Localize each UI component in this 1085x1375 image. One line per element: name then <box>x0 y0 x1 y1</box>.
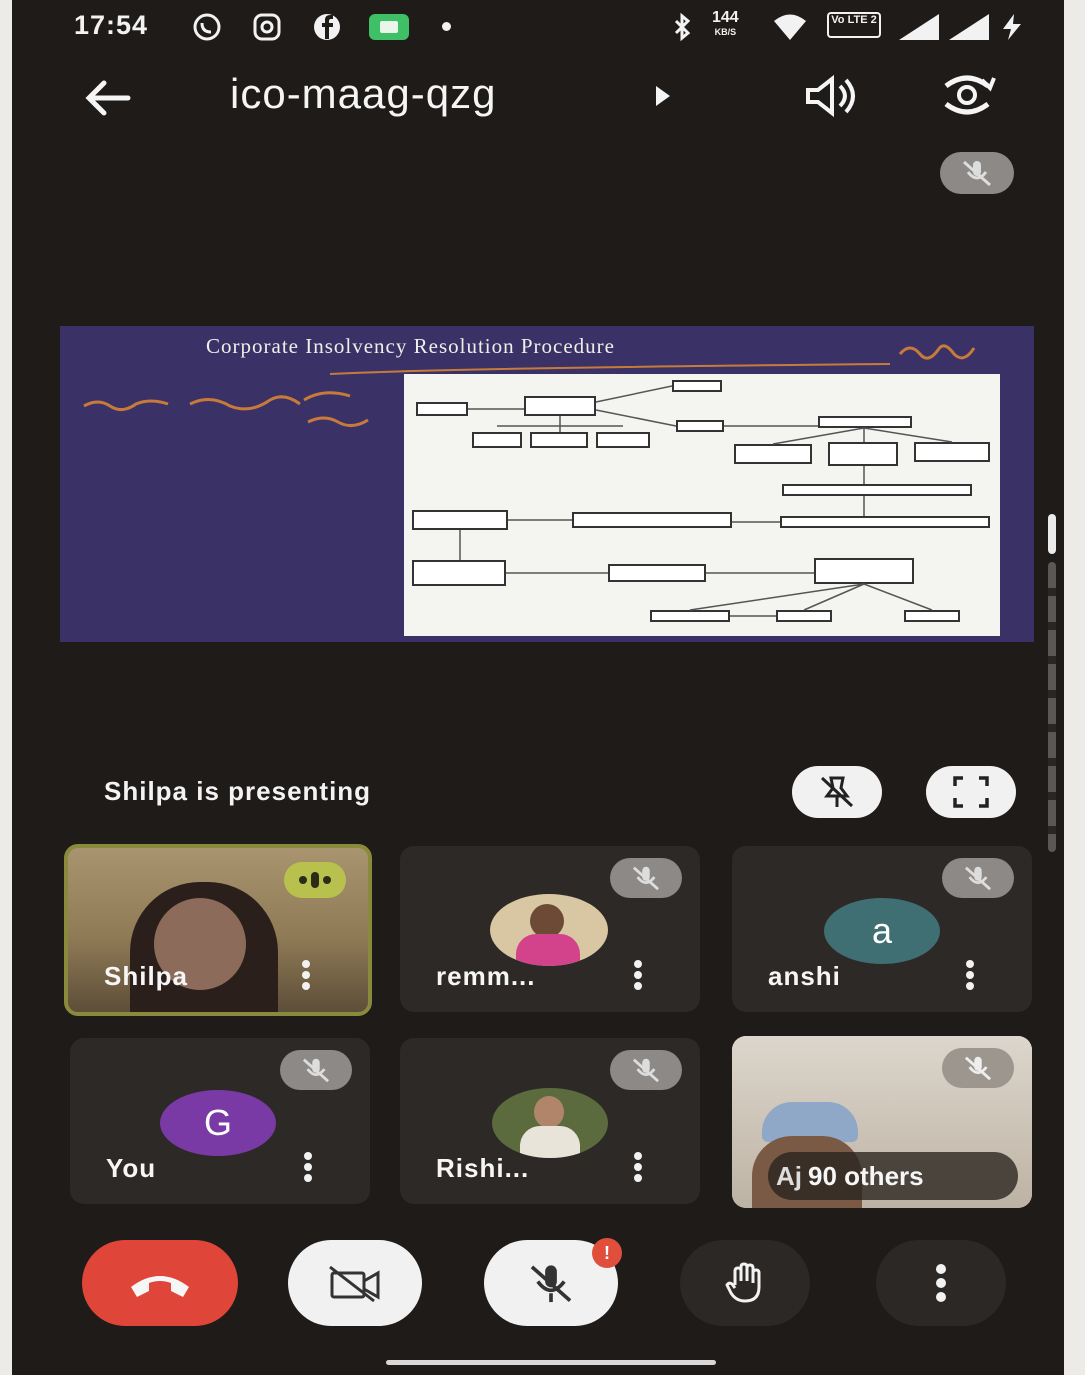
mic-off-icon <box>963 160 991 187</box>
network-speed-unit: KB/S <box>714 27 737 37</box>
more-options-icon[interactable] <box>304 1152 312 1182</box>
avatar: a <box>824 898 940 964</box>
whatsapp-icon <box>193 13 221 41</box>
participant-tile-you[interactable]: G You <box>70 1038 370 1204</box>
more-options-icon[interactable] <box>634 960 642 990</box>
participant-name: Shilpa <box>104 961 189 991</box>
back-arrow-icon[interactable] <box>82 78 132 118</box>
participant-name: remm... <box>436 961 536 991</box>
presenting-label: Shilpa is presenting <box>104 776 372 806</box>
participant-tile-rishi[interactable]: Rishi... <box>400 1038 700 1204</box>
network-speed-value: 144 <box>712 9 739 26</box>
facebook-icon <box>314 14 340 40</box>
camera-off-icon <box>329 1265 380 1303</box>
caret-right-icon[interactable] <box>652 84 674 108</box>
meet-app-icon <box>369 14 409 40</box>
mic-off-badge <box>610 1050 682 1090</box>
mic-off-icon <box>964 1056 992 1081</box>
hang-up-icon <box>131 1276 189 1297</box>
shared-screen-slide[interactable]: Corporate Insolvency Resolution Procedur… <box>60 326 1034 642</box>
flow-connectors <box>459 385 953 617</box>
wifi-icon <box>774 14 806 40</box>
speaking-indicator <box>284 862 346 898</box>
presenter-mic-off-badge <box>940 152 1014 194</box>
participant-tile-anshi[interactable]: a anshi <box>732 846 1032 1012</box>
home-gesture-bar[interactable] <box>386 1360 716 1365</box>
mic-off-badge <box>280 1050 352 1090</box>
status-time: 17:54 <box>74 10 149 40</box>
mic-off-badge <box>942 858 1014 898</box>
mute-presentation-button[interactable] <box>792 766 882 818</box>
volte-label: Vo LTE 2 <box>831 14 877 26</box>
scrollbar-track <box>1048 562 1056 852</box>
participant-name: anshi <box>768 961 841 991</box>
network-speed: 144 KB/S <box>712 10 739 39</box>
others-label: 90 others <box>808 1160 924 1191</box>
mic-off-icon <box>964 866 992 891</box>
participant-name: Aj <box>776 1160 802 1191</box>
end-call-button[interactable] <box>82 1240 238 1326</box>
camera-toggle-button[interactable] <box>288 1240 422 1326</box>
raise-hand-icon <box>725 1262 761 1303</box>
mic-off-badge <box>942 1048 1014 1088</box>
mic-off-icon <box>530 1265 572 1303</box>
participant-tile-others[interactable]: Aj 90 others <box>732 1036 1032 1208</box>
signal-1-icon <box>899 14 939 40</box>
mic-off-badge <box>610 858 682 898</box>
more-options-icon[interactable] <box>966 960 974 990</box>
flowchart-panel <box>404 374 1000 636</box>
more-options-icon[interactable] <box>302 960 310 990</box>
meet-screen: 17:54 144 KB/S Vo LTE 2 ico-maag-qzg Cor… <box>12 0 1064 1375</box>
more-options-icon[interactable] <box>634 1152 642 1182</box>
participant-name: Rishi... <box>436 1153 530 1183</box>
bluetooth-icon <box>674 12 691 42</box>
instagram-icon <box>253 13 281 41</box>
participant-tile-remm[interactable]: remm... <box>400 846 700 1012</box>
signal-2-icon <box>949 14 989 40</box>
avatar: G <box>160 1090 276 1156</box>
mic-alert-badge: ! <box>592 1238 622 1268</box>
more-options-button[interactable] <box>876 1240 1006 1326</box>
fullscreen-icon <box>953 776 989 808</box>
audio-wave-icon <box>299 872 331 888</box>
pin-off-icon <box>820 776 854 808</box>
volte-badge: Vo LTE 2 <box>827 12 881 38</box>
raise-hand-button[interactable] <box>680 1240 810 1326</box>
fullscreen-button[interactable] <box>926 766 1016 818</box>
mic-off-icon <box>302 1058 330 1083</box>
more-vertical-icon <box>936 1264 946 1302</box>
meeting-code-title[interactable]: ico-maag-qzg <box>230 70 496 118</box>
mic-off-icon <box>632 866 660 891</box>
others-count-pill[interactable]: Aj 90 others <box>768 1152 1018 1200</box>
charging-icon <box>1003 14 1021 40</box>
notification-dot-icon <box>442 22 451 31</box>
mic-off-icon <box>632 1058 660 1083</box>
switch-camera-icon[interactable] <box>934 68 1000 122</box>
participant-name: You <box>106 1153 157 1183</box>
speaker-icon[interactable] <box>802 74 862 118</box>
participant-tile-shilpa[interactable]: Shilpa <box>64 844 372 1016</box>
scrollbar-thumb[interactable] <box>1048 514 1056 554</box>
avatar <box>490 894 608 966</box>
avatar <box>492 1088 608 1158</box>
